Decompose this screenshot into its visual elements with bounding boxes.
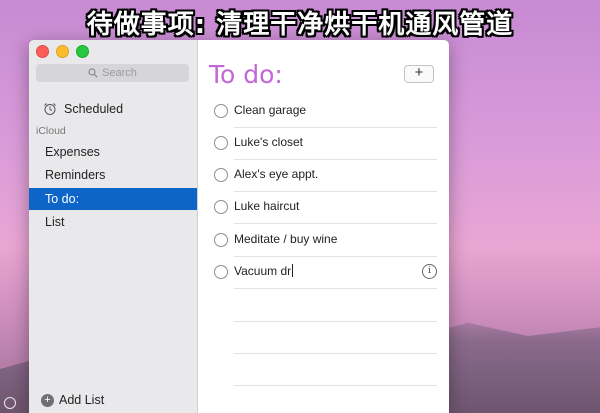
sidebar-item-todo[interactable]: To do:	[29, 188, 197, 210]
search-placeholder: Search	[102, 67, 137, 79]
list-title: To do:	[209, 60, 283, 89]
info-icon[interactable]: i	[422, 264, 437, 279]
icloud-group-label: iCloud	[36, 125, 66, 137]
zoom-window-button[interactable]	[76, 45, 89, 58]
scheduled-label: Scheduled	[64, 102, 124, 116]
add-list-button[interactable]: + Add List	[41, 393, 104, 407]
search-icon	[88, 68, 98, 78]
task-row: Luke's closet	[214, 128, 437, 160]
task-checkbox[interactable]	[214, 136, 228, 150]
alarm-clock-icon	[44, 103, 56, 115]
task-row: Meditate / buy wine	[214, 225, 437, 257]
empty-row-line	[234, 353, 437, 354]
sidebar-item-list[interactable]: List	[29, 211, 197, 233]
task-checkbox[interactable]	[214, 168, 228, 182]
text-caret	[292, 264, 294, 277]
sidebar-item-reminders[interactable]: Reminders	[29, 164, 197, 186]
task-label[interactable]: Alex's eye appt.	[234, 167, 318, 181]
task-checkbox[interactable]	[214, 265, 228, 279]
task-label[interactable]: Luke haircut	[234, 199, 299, 213]
task-label[interactable]: Luke's closet	[234, 135, 303, 149]
reminders-list-pane: To do: + Clean garage Luke's closet Alex…	[198, 40, 449, 413]
add-list-label: Add List	[59, 393, 105, 407]
task-label[interactable]: Clean garage	[234, 103, 306, 117]
empty-row-line	[234, 321, 437, 322]
task-checkbox[interactable]	[214, 104, 228, 118]
task-checkbox[interactable]	[214, 233, 228, 247]
video-caption: 待做事项: 清理干净烘干机通风管道	[86, 10, 514, 40]
sidebar-item-scheduled[interactable]: Scheduled	[43, 102, 123, 116]
task-label[interactable]: Meditate / buy wine	[234, 232, 337, 246]
window-controls	[36, 45, 89, 58]
task-checkbox[interactable]	[214, 200, 228, 214]
plus-circle-icon: +	[41, 393, 54, 407]
task-row: Alex's eye appt.	[214, 160, 437, 192]
task-edit-field[interactable]: Vacuum dr	[234, 264, 294, 278]
sidebar-item-expenses[interactable]: Expenses	[29, 141, 197, 163]
task-row: Clean garage	[214, 96, 437, 128]
reminders-window: Search Scheduled iCloud Expenses Reminde…	[29, 40, 449, 413]
task-row: Luke haircut	[214, 192, 437, 224]
empty-row-line	[234, 385, 437, 386]
minimize-window-button[interactable]	[56, 45, 69, 58]
add-reminder-button[interactable]: +	[404, 65, 434, 83]
watermark	[4, 397, 16, 409]
task-row-editing: Vacuum dr i	[214, 257, 437, 289]
search-field[interactable]: Search	[36, 64, 189, 82]
close-window-button[interactable]	[36, 45, 49, 58]
sidebar: Search Scheduled iCloud Expenses Reminde…	[29, 40, 198, 413]
watermark-logo-icon	[4, 397, 16, 409]
